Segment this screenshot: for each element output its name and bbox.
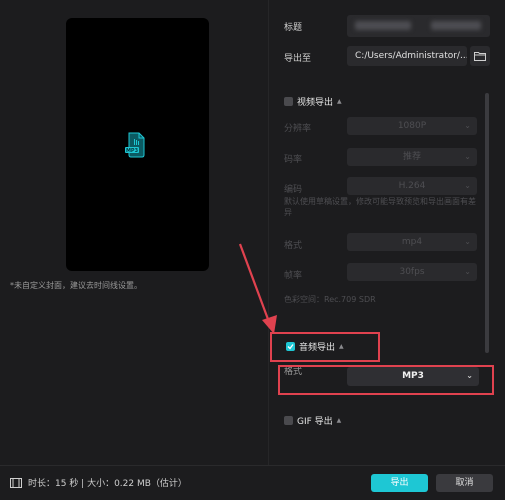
annotation-box-format (278, 365, 494, 395)
cancel-button[interactable]: 取消 (436, 474, 493, 492)
footer-divider (0, 465, 505, 466)
footer-info: 时长：15 秒 | 大小：0.22 MB（估计） (10, 476, 187, 489)
export-button[interactable]: 导出 (371, 474, 428, 492)
annotation-box-audio (270, 332, 380, 362)
film-icon (10, 477, 22, 488)
duration-size-text: 时长：15 秒 | 大小：0.22 MB（估计） (28, 479, 187, 489)
annotation-arrow (238, 243, 277, 334)
